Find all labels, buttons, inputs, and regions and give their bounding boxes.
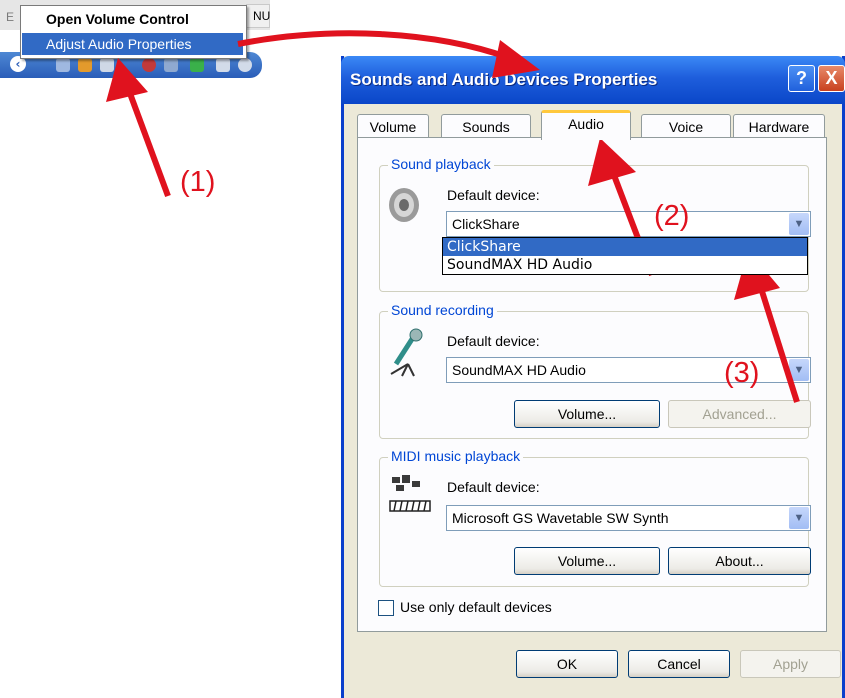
taskbar-fragment-right: NU: [246, 4, 270, 28]
help-button[interactable]: ?: [788, 65, 815, 92]
recording-device-value: SoundMAX HD Audio: [452, 362, 586, 378]
default-device-label: Default device:: [447, 333, 540, 349]
speaker-tray-icon[interactable]: [100, 58, 114, 72]
context-menu: Open Volume Control Adjust Audio Propert…: [20, 5, 247, 59]
arrow-1: [125, 86, 171, 198]
annotation-label-1: (1): [180, 166, 216, 198]
chevron-down-icon[interactable]: ▼: [789, 213, 809, 235]
taskbar-snippet: E NU ‹ Open Volume Control Adjust Audio …: [0, 0, 270, 82]
menu-item-open-volume-control[interactable]: Open Volume Control: [22, 8, 243, 30]
group-title: Sound playback: [388, 156, 494, 172]
cancel-button[interactable]: Cancel: [628, 650, 730, 678]
recording-advanced-button[interactable]: Advanced...: [668, 400, 811, 428]
dropdown-option-clickshare[interactable]: ClickShare: [443, 238, 807, 256]
tab-sounds[interactable]: Sounds: [441, 114, 531, 138]
use-default-devices-checkbox[interactable]: [378, 600, 394, 616]
ok-button[interactable]: OK: [516, 650, 618, 678]
use-default-devices-label[interactable]: Use only default devices: [400, 599, 552, 615]
midi-device-select[interactable]: Microsoft GS Wavetable SW Synth ▼: [446, 505, 811, 531]
midi-device-value: Microsoft GS Wavetable SW Synth: [452, 510, 669, 526]
chevron-down-icon[interactable]: ▼: [789, 359, 809, 381]
tab-voice[interactable]: Voice: [641, 114, 731, 138]
tray-app-icon[interactable]: [142, 58, 156, 72]
playback-device-value: ClickShare: [452, 216, 520, 232]
dropdown-option-soundmax[interactable]: SoundMAX HD Audio: [443, 256, 807, 274]
chevron-down-icon[interactable]: ▼: [789, 507, 809, 529]
dialog-title: Sounds and Audio Devices Properties: [350, 70, 658, 89]
tray-app-icon[interactable]: [56, 58, 70, 72]
playback-device-dropdown: ClickShare SoundMAX HD Audio: [442, 237, 808, 275]
default-device-label: Default device:: [447, 187, 540, 203]
tray-app-icon[interactable]: [238, 58, 252, 72]
midi-keyboard-icon: [389, 475, 431, 512]
midi-about-button[interactable]: About...: [668, 547, 811, 575]
midi-volume-button[interactable]: Volume...: [514, 547, 660, 575]
sounds-audio-dialog: Sounds and Audio Devices Properties ? X …: [341, 56, 845, 698]
group-title: MIDI music playback: [388, 448, 524, 464]
playback-device-select[interactable]: ClickShare ▼: [446, 211, 811, 237]
tray-app-icon[interactable]: [78, 58, 92, 72]
tab-hardware[interactable]: Hardware: [733, 114, 825, 138]
taskbar-fragment-left: E: [6, 10, 15, 24]
tray-app-icon[interactable]: [216, 58, 230, 72]
close-button[interactable]: X: [818, 65, 845, 92]
annotation-label-2: (2): [654, 200, 690, 232]
tray-app-icon[interactable]: [164, 58, 178, 72]
midi-playback-group: MIDI music playback Default device: Micr…: [379, 448, 811, 587]
microphone-icon: [390, 328, 423, 377]
title-bar[interactable]: Sounds and Audio Devices Properties ? X: [341, 56, 845, 104]
recording-volume-button[interactable]: Volume...: [514, 400, 660, 428]
annotation-label-3: (3): [724, 357, 760, 389]
menu-item-adjust-audio-properties[interactable]: Adjust Audio Properties: [22, 33, 243, 55]
tab-audio[interactable]: Audio: [541, 110, 631, 140]
default-device-label: Default device:: [447, 479, 540, 495]
group-title: Sound recording: [388, 302, 497, 318]
tab-strip: Volume Sounds Audio Voice Hardware: [357, 110, 827, 140]
tray-app-icon[interactable]: [190, 58, 204, 72]
apply-button[interactable]: Apply: [740, 650, 841, 678]
tab-volume[interactable]: Volume: [357, 114, 429, 138]
speaker-icon: [389, 188, 419, 222]
